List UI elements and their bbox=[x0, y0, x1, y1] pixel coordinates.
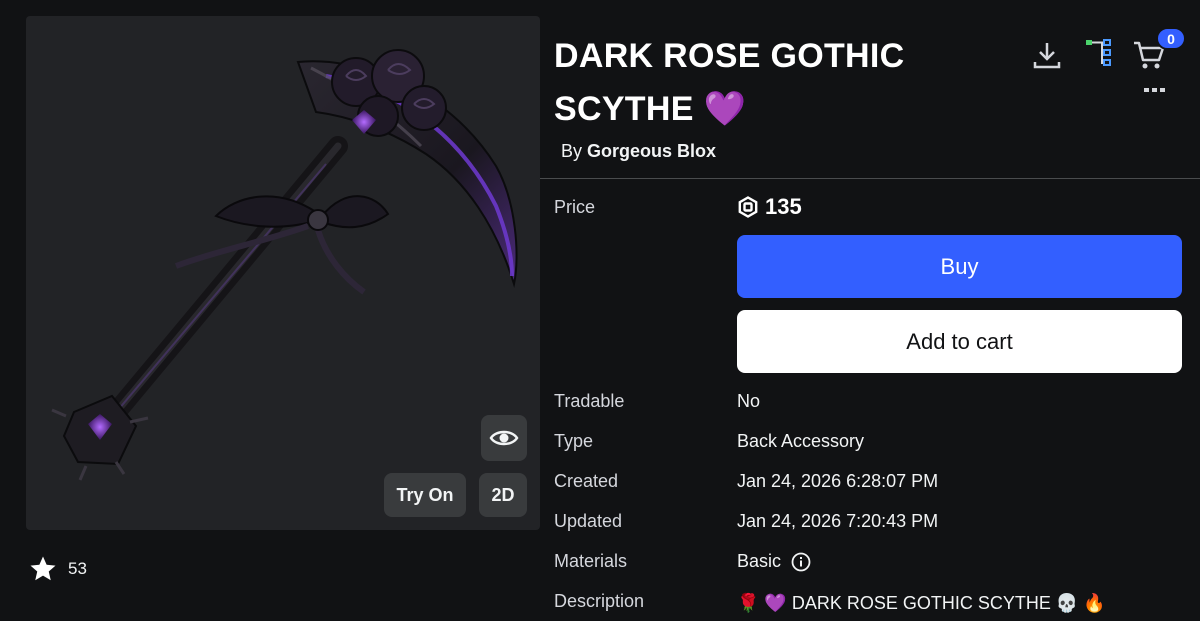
divider bbox=[540, 178, 1200, 179]
by-prefix: By bbox=[561, 141, 583, 161]
star-icon bbox=[30, 556, 56, 581]
price: 135 bbox=[737, 194, 802, 220]
creator-link[interactable]: Gorgeous Blox bbox=[587, 141, 716, 161]
price-label: Price bbox=[554, 197, 596, 217]
price-value: 135 bbox=[765, 194, 802, 219]
more-options-icon[interactable] bbox=[1143, 86, 1167, 94]
type-value: Back Accessory bbox=[737, 431, 865, 451]
created-value: Jan 24, 2026 6:28:07 PM bbox=[737, 471, 939, 491]
materials-value-row: Basic bbox=[737, 551, 811, 572]
try-on-button[interactable]: Try On bbox=[384, 473, 466, 517]
creator-byline: By Gorgeous Blox bbox=[561, 141, 716, 162]
scythe-image bbox=[51, 49, 518, 481]
cart-count-badge: 0 bbox=[1156, 27, 1186, 50]
materials-value: Basic bbox=[737, 551, 782, 571]
robux-icon bbox=[738, 196, 758, 218]
description-label: Description bbox=[554, 591, 645, 611]
type-label: Type bbox=[554, 431, 594, 451]
tradable-value: No bbox=[737, 391, 761, 411]
eye-icon bbox=[489, 430, 519, 446]
item-preview[interactable]: Try On 2D bbox=[26, 16, 540, 530]
add-to-cart-button[interactable]: Add to cart bbox=[737, 310, 1182, 373]
hierarchy-icon[interactable] bbox=[1084, 38, 1114, 68]
info-icon[interactable] bbox=[791, 552, 811, 572]
updated-value: Jan 24, 2026 7:20:43 PM bbox=[737, 511, 939, 531]
created-label: Created bbox=[554, 471, 619, 491]
download-icon[interactable] bbox=[1032, 40, 1062, 70]
favorite-button[interactable]: 53 bbox=[28, 554, 87, 584]
view-2d-button[interactable]: 2D bbox=[479, 473, 527, 517]
materials-label: Materials bbox=[554, 551, 628, 571]
tradable-label: Tradable bbox=[554, 391, 625, 411]
view-toggle-button[interactable] bbox=[481, 415, 527, 461]
description-value: 🌹 💜 DARK ROSE GOTHIC SCYTHE 💀 🔥 bbox=[737, 593, 1106, 613]
favorite-count: 53 bbox=[68, 559, 87, 578]
item-title: DARK ROSE GOTHIC SCYTHE 💜 bbox=[554, 37, 905, 128]
updated-label: Updated bbox=[554, 511, 623, 531]
buy-button[interactable]: Buy bbox=[737, 235, 1182, 298]
